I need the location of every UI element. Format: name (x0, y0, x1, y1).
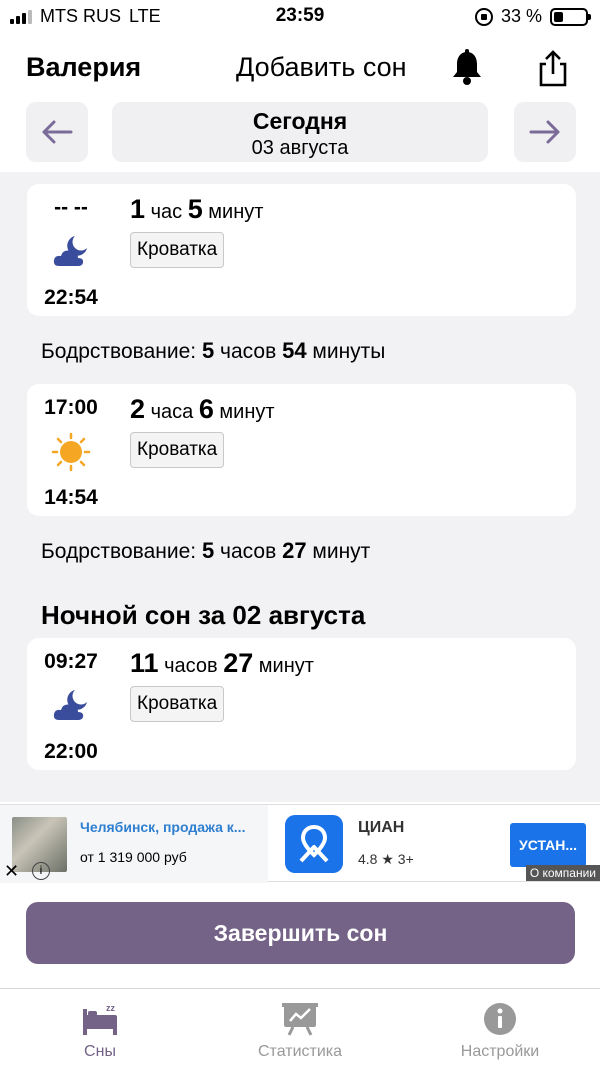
ad-price: от 1 319 000 руб (80, 849, 187, 865)
svg-text:zz: zz (106, 1003, 116, 1013)
ad-banner[interactable]: Челябинск, продажа к... от 1 319 000 руб… (0, 804, 600, 883)
sleep-end-time: 09:27 (44, 650, 98, 673)
sleep-card[interactable]: 17:00 14:54 2 часа 6 минут Кроватка (27, 384, 576, 516)
moon-cloud-icon (51, 686, 91, 726)
prev-day-button[interactable] (26, 102, 88, 162)
battery-icon (550, 7, 591, 26)
date-subtitle: 03 августа (251, 137, 349, 159)
ad-title[interactable]: Челябинск, продажа к... (80, 819, 245, 835)
tab-sleeps[interactable]: zz Сны (0, 1001, 200, 1061)
moon-cloud-icon (51, 232, 91, 272)
sleep-start-time: 14:54 (44, 486, 98, 509)
wake-period: Бодрствование: 5 часов 54 минуты (41, 338, 386, 363)
tab-label: Сны (84, 1043, 116, 1060)
status-bar: MTS RUS LTE 23:59 33 % (0, 0, 600, 34)
sleep-start-time: 22:54 (44, 286, 98, 309)
add-sleep-button[interactable]: Добавить сон (236, 52, 407, 83)
date-selector[interactable]: Сегодня 03 августа (112, 102, 488, 162)
arrow-left-icon (42, 120, 73, 144)
sleep-duration: 2 часа 6 минут (130, 394, 275, 424)
ad-rating: 4.8 ★ 3+ (358, 851, 414, 867)
tab-label: Настройки (460, 1043, 540, 1060)
date-title: Сегодня (252, 108, 348, 134)
sleep-card[interactable]: 09:27 22:00 11 часов 27 минут Кроватка (27, 638, 576, 770)
ad-app-name: ЦИАН (358, 819, 405, 836)
sleep-duration: 1 час 5 минут (130, 194, 264, 224)
user-name[interactable]: Валерия (26, 52, 141, 83)
sleep-place-tag: Кроватка (130, 232, 225, 268)
next-day-button[interactable] (514, 102, 576, 162)
arrow-right-icon (529, 120, 560, 144)
status-right: 33 % (474, 6, 591, 27)
app-logo-icon (285, 815, 343, 873)
tab-label: Статистика (257, 1043, 343, 1060)
install-button[interactable]: УСТАН... (510, 823, 586, 867)
sleep-duration: 11 часов 27 минут (130, 648, 314, 678)
ad-left-panel[interactable]: Челябинск, продажа к... от 1 319 000 руб… (0, 805, 268, 883)
sleep-list: -- -- 22:54 1 час 5 минут Кроватка Бодрс… (0, 172, 600, 802)
sleep-card[interactable]: -- -- 22:54 1 час 5 минут Кроватка (27, 184, 576, 316)
wake-period: Бодрствование: 5 часов 27 минут (41, 538, 371, 563)
close-icon[interactable]: ✕ (4, 861, 19, 882)
sleep-start-time: 22:00 (44, 740, 98, 763)
bed-icon: zz (80, 1001, 120, 1037)
sleep-end-time: 17:00 (44, 396, 98, 419)
finish-sleep-button[interactable]: Завершить сон (26, 902, 575, 964)
share-icon[interactable] (536, 48, 570, 88)
sleep-place-tag: Кроватка (130, 686, 225, 722)
date-navigation: Сегодня 03 августа (0, 102, 600, 164)
night-sleep-title: Ночной сон за 02 августа (41, 600, 366, 630)
sleep-end-time: -- -- (54, 196, 88, 219)
sun-icon (51, 432, 91, 472)
battery-label: 33 % (500, 6, 542, 26)
tab-statistics[interactable]: Статистика (200, 1001, 400, 1061)
top-bar: Валерия Добавить сон (0, 44, 600, 92)
info-icon[interactable]: i (32, 862, 50, 880)
sleep-place-tag: Кроватка (130, 432, 225, 468)
bell-icon[interactable] (450, 48, 484, 88)
about-company-link[interactable]: О компании (525, 865, 600, 881)
rotation-lock-icon (474, 7, 493, 26)
chart-board-icon (280, 1001, 320, 1037)
info-icon (480, 1001, 520, 1037)
tab-settings[interactable]: Настройки (400, 1001, 600, 1061)
tab-bar: zz Сны Статистика Настройки (0, 988, 600, 1066)
